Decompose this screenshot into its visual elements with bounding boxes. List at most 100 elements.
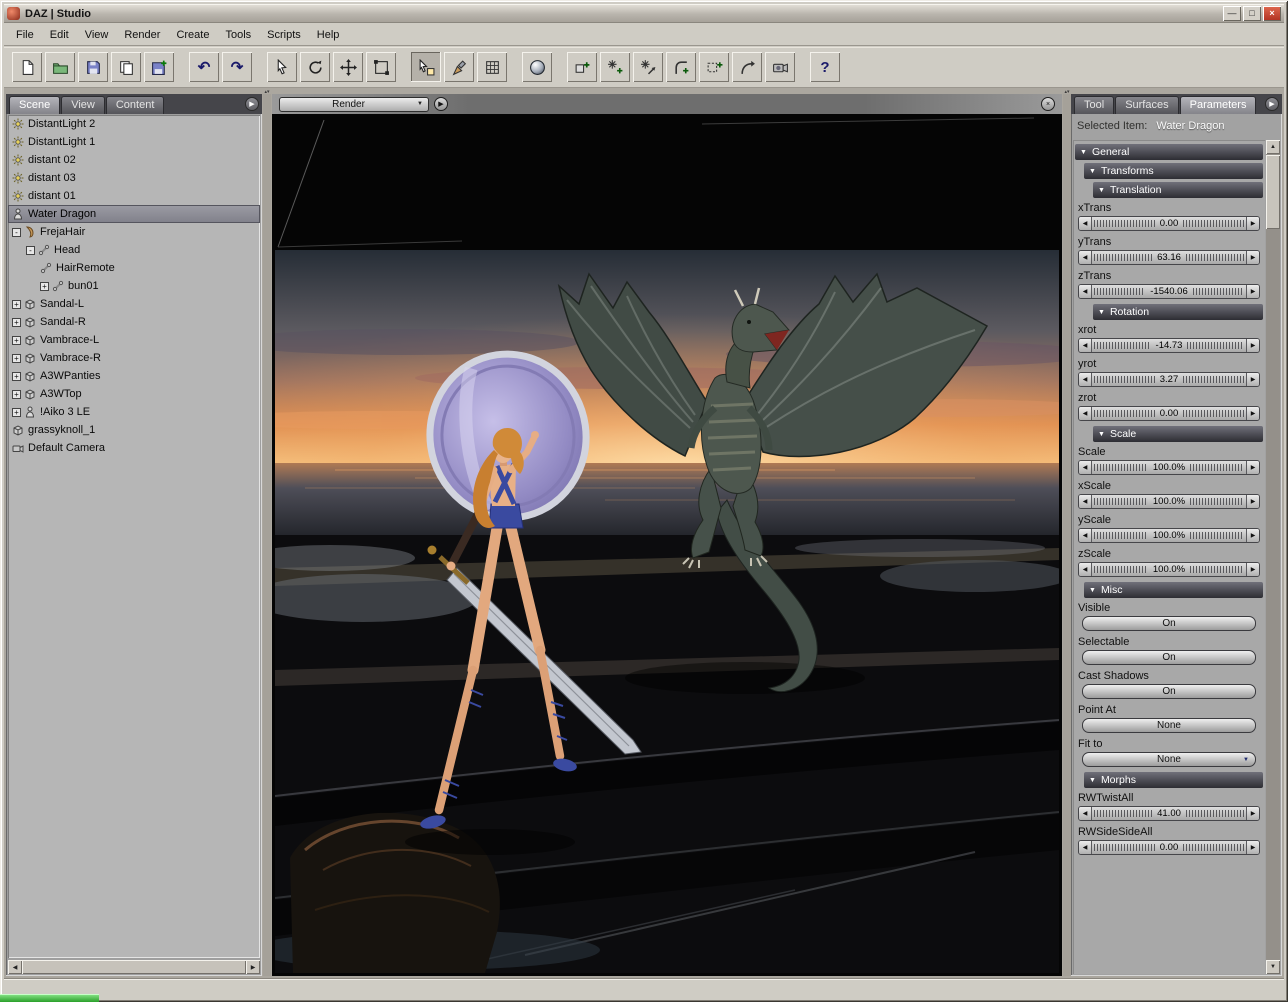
param-slider-yscale[interactable]: ◀100.0%▶ <box>1078 528 1260 543</box>
slider-decrement-button[interactable]: ◀ <box>1079 563 1092 576</box>
slider-increment-button[interactable]: ▶ <box>1246 217 1259 230</box>
param-toggle-point-at[interactable]: None <box>1082 718 1256 733</box>
slider-value[interactable]: 0.00 <box>1157 218 1182 229</box>
create-node-button[interactable] <box>567 52 597 82</box>
scroll-left-button[interactable]: ◀ <box>8 960 22 974</box>
slider-decrement-button[interactable]: ◀ <box>1079 373 1092 386</box>
param-dropdown-fit-to[interactable]: None▼ <box>1082 752 1256 767</box>
param-slider-rwtwistall[interactable]: ◀41.00▶ <box>1078 806 1260 821</box>
tree-item-sandal-l[interactable]: +Sandal-L <box>8 295 260 313</box>
param-group-scale[interactable]: ▼Scale <box>1093 426 1263 442</box>
slider-increment-button[interactable]: ▶ <box>1246 373 1259 386</box>
param-toggle-cast-shadows[interactable]: On <box>1082 684 1256 699</box>
param-slider-xrot[interactable]: ◀-14.73▶ <box>1078 338 1260 353</box>
tree-item-a3wtop[interactable]: +A3WTop <box>8 385 260 403</box>
tab-view[interactable]: View <box>61 96 105 114</box>
slider-increment-button[interactable]: ▶ <box>1246 285 1259 298</box>
viewport-canvas[interactable] <box>272 114 1062 976</box>
scroll-right-button[interactable]: ▶ <box>246 960 260 974</box>
create-null-button[interactable] <box>699 52 729 82</box>
menu-file[interactable]: File <box>8 26 42 44</box>
redo-button[interactable]: ↷ <box>222 52 252 82</box>
save-as-button[interactable] <box>144 52 174 82</box>
panel-menu-button[interactable]: ▶ <box>1265 97 1279 111</box>
tree-item-distant-01[interactable]: distant 01 <box>8 187 260 205</box>
left-splitter[interactable]: ▴▾ <box>263 94 271 976</box>
vertical-scrollbar[interactable]: ▲ ▼ <box>1266 140 1280 974</box>
tree-item-sandal-r[interactable]: +Sandal-R <box>8 313 260 331</box>
param-group-morphs[interactable]: ▼Morphs <box>1084 772 1263 788</box>
menu-edit[interactable]: Edit <box>42 26 77 44</box>
slider-value[interactable]: -1540.06 <box>1147 286 1191 297</box>
slider-value[interactable]: 63.16 <box>1154 252 1184 263</box>
param-group-translation[interactable]: ▼Translation <box>1093 182 1263 198</box>
slider-value[interactable]: 0.00 <box>1157 842 1182 853</box>
camera-selector-dropdown[interactable]: Render ▼ <box>279 97 429 112</box>
param-slider-scale[interactable]: ◀100.0%▶ <box>1078 460 1260 475</box>
expand-icon[interactable]: + <box>40 282 49 291</box>
minimize-button[interactable]: — <box>1223 6 1241 21</box>
tree-item-head[interactable]: -Head <box>8 241 260 259</box>
slider-decrement-button[interactable]: ◀ <box>1079 339 1092 352</box>
slider-value[interactable]: 100.0% <box>1150 496 1188 507</box>
create-light-button[interactable] <box>600 52 630 82</box>
param-toggle-selectable[interactable]: On <box>1082 650 1256 665</box>
translate-tool-button[interactable] <box>333 52 363 82</box>
expand-icon[interactable]: + <box>12 372 21 381</box>
scale-tool-button[interactable] <box>366 52 396 82</box>
slider-increment-button[interactable]: ▶ <box>1246 461 1259 474</box>
viewport-close-button[interactable]: × <box>1041 97 1055 111</box>
maximize-button[interactable]: □ <box>1243 6 1261 21</box>
slider-increment-button[interactable]: ▶ <box>1246 251 1259 264</box>
param-slider-zrot[interactable]: ◀0.00▶ <box>1078 406 1260 421</box>
slider-value[interactable]: 100.0% <box>1150 530 1188 541</box>
slider-value[interactable]: 41.00 <box>1154 808 1184 819</box>
menu-help[interactable]: Help <box>309 26 348 44</box>
tree-item-grassyknoll-1[interactable]: grassyknoll_1 <box>8 421 260 439</box>
expand-icon[interactable]: + <box>12 318 21 327</box>
scroll-down-button[interactable]: ▼ <box>1266 960 1280 974</box>
tab-tool[interactable]: Tool <box>1074 96 1114 114</box>
parent-item-button[interactable] <box>732 52 762 82</box>
expand-icon[interactable]: + <box>12 354 21 363</box>
collapse-icon[interactable]: - <box>26 246 35 255</box>
tab-scene[interactable]: Scene <box>9 96 60 114</box>
scroll-up-button[interactable]: ▲ <box>1266 140 1280 154</box>
slider-increment-button[interactable]: ▶ <box>1246 495 1259 508</box>
scrollbar-thumb[interactable] <box>1266 155 1280 229</box>
slider-decrement-button[interactable]: ◀ <box>1079 841 1092 854</box>
create-camera-button[interactable] <box>765 52 795 82</box>
slider-increment-button[interactable]: ▶ <box>1246 529 1259 542</box>
open-file-button[interactable] <box>45 52 75 82</box>
slider-decrement-button[interactable]: ◀ <box>1079 461 1092 474</box>
tree-item-aiko-3-le[interactable]: +!Aiko 3 LE <box>8 403 260 421</box>
expand-icon[interactable]: + <box>12 408 21 417</box>
menu-view[interactable]: View <box>77 26 117 44</box>
tab-surfaces[interactable]: Surfaces <box>1115 96 1178 114</box>
panel-menu-button[interactable]: ▶ <box>245 97 259 111</box>
slider-value[interactable]: -14.73 <box>1153 340 1186 351</box>
tree-item-distantlight-1[interactable]: DistantLight 1 <box>8 133 260 151</box>
right-splitter[interactable]: ▴▾ <box>1063 94 1071 976</box>
surface-select-tool-button[interactable] <box>411 52 441 82</box>
tree-item-vambrace-r[interactable]: +Vambrace-R <box>8 349 260 367</box>
viewport-menu-button[interactable]: ▶ <box>434 97 448 111</box>
tree-item-distant-03[interactable]: distant 03 <box>8 169 260 187</box>
param-slider-zscale[interactable]: ◀100.0%▶ <box>1078 562 1260 577</box>
copy-button[interactable] <box>111 52 141 82</box>
deform-tool-button[interactable] <box>477 52 507 82</box>
menu-create[interactable]: Create <box>168 26 217 44</box>
tree-item-water-dragon[interactable]: Water Dragon <box>8 205 260 223</box>
slider-decrement-button[interactable]: ◀ <box>1079 495 1092 508</box>
slider-value[interactable]: 100.0% <box>1150 564 1188 575</box>
new-file-button[interactable] <box>12 52 42 82</box>
param-group-transforms[interactable]: ▼Transforms <box>1084 163 1263 179</box>
slider-decrement-button[interactable]: ◀ <box>1079 285 1092 298</box>
expand-icon[interactable]: + <box>12 300 21 309</box>
param-slider-yrot[interactable]: ◀3.27▶ <box>1078 372 1260 387</box>
param-group-rotation[interactable]: ▼Rotation <box>1093 304 1263 320</box>
help-button[interactable]: ? <box>810 52 840 82</box>
menu-tools[interactable]: Tools <box>217 26 259 44</box>
slider-increment-button[interactable]: ▶ <box>1246 407 1259 420</box>
expand-icon[interactable]: + <box>12 390 21 399</box>
